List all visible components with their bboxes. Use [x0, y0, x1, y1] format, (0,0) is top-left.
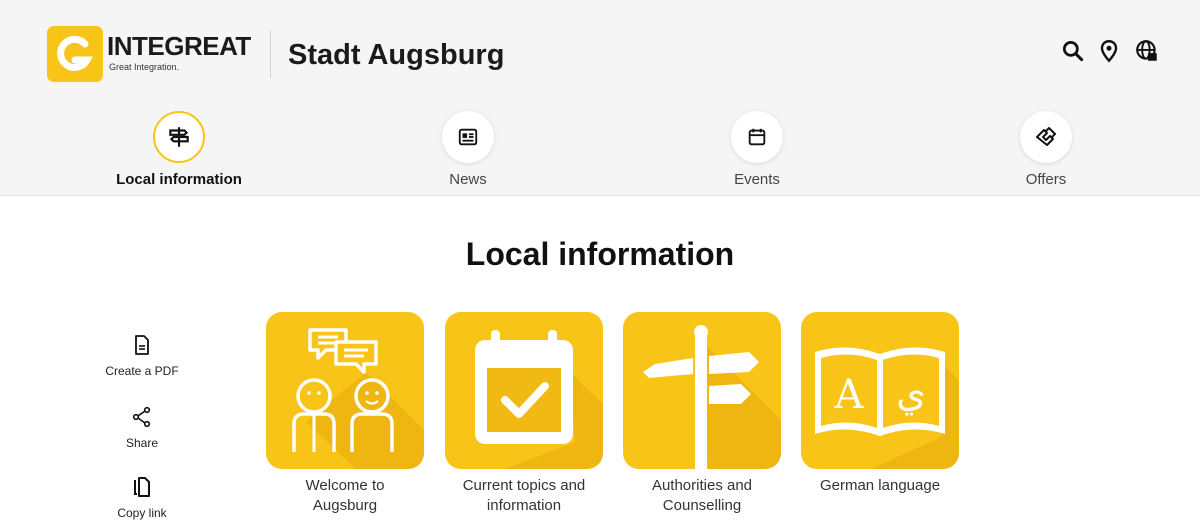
- page-title: Local information: [465, 236, 735, 272]
- category-label-line: Augsburg: [312, 497, 378, 514]
- tab-offers[interactable]: Offers: [956, 111, 1136, 191]
- create-pdf-button[interactable]: Create a PDF: [100, 332, 184, 378]
- tool-label: Copy link: [117, 506, 167, 520]
- category-german-language[interactable]: A ي German language: [801, 312, 959, 496]
- header-bar: INTEGREAT Great Integration. Stadt Augsb…: [0, 0, 1200, 196]
- city-name: Stadt Augsburg: [288, 39, 505, 71]
- tab-label: Offers: [1025, 171, 1067, 188]
- category-label-line: German language: [819, 477, 941, 494]
- brand-name: INTEGREAT: [107, 31, 251, 61]
- header-divider: [270, 30, 271, 78]
- category-label: Welcome to Augsburg: [266, 476, 424, 516]
- category-current-topics[interactable]: Current topics and information: [445, 312, 603, 516]
- tab-label: News: [449, 171, 487, 188]
- signpost-icon: [153, 111, 205, 163]
- category-label-line: Current topics and: [462, 477, 586, 494]
- tab-label: Events: [734, 171, 780, 188]
- brand-tagline: Great Integration.: [109, 62, 180, 72]
- share-icon: [100, 404, 184, 430]
- share-button[interactable]: Share: [100, 404, 184, 450]
- svg-text:ي: ي: [896, 371, 926, 415]
- svg-text:A: A: [834, 372, 865, 418]
- copy-icon: [100, 474, 184, 500]
- category-welcome-augsburg[interactable]: Welcome to Augsburg: [266, 312, 424, 516]
- category-label-line: information: [486, 497, 562, 514]
- copy-link-button[interactable]: Copy link: [100, 474, 184, 520]
- tab-label: Local information: [116, 171, 242, 188]
- category-label-line: Authorities and: [651, 477, 753, 494]
- book-icon: A ي: [801, 312, 959, 469]
- tool-label: Share: [125, 436, 159, 450]
- category-authorities-counselling[interactable]: Authorities and Counselling: [623, 312, 781, 516]
- language-icon[interactable]: [1134, 38, 1160, 64]
- tab-events[interactable]: Events: [667, 111, 847, 191]
- calendar-icon: [731, 111, 783, 163]
- category-label: German language: [801, 476, 959, 496]
- tool-label: Create a PDF: [105, 364, 179, 378]
- handshake-icon: [1020, 111, 1072, 163]
- category-label-line: Counselling: [662, 497, 742, 514]
- location-pin-icon[interactable]: [1096, 38, 1122, 64]
- newspaper-icon: [442, 111, 494, 163]
- welcome-people-icon: [266, 312, 424, 469]
- signpost-icon: [623, 312, 781, 469]
- tab-news[interactable]: News: [378, 111, 558, 191]
- category-label: Authorities and Counselling: [623, 476, 781, 516]
- integreat-logo-icon[interactable]: [47, 26, 103, 82]
- calendar-check-icon: [445, 312, 603, 469]
- category-label: Current topics and information: [445, 476, 603, 516]
- pdf-file-icon: [100, 332, 184, 358]
- search-icon[interactable]: [1060, 38, 1086, 64]
- tab-local-information[interactable]: Local information: [89, 111, 269, 191]
- category-label-line: Welcome to: [305, 477, 385, 494]
